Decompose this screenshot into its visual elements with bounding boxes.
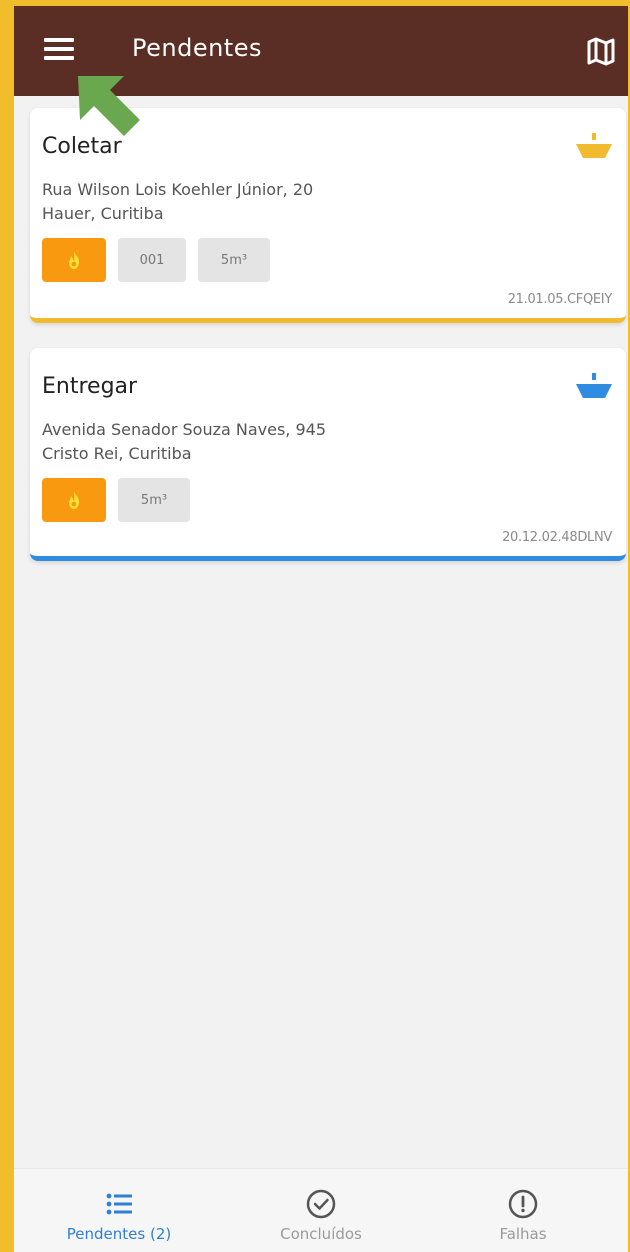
fire-icon (69, 491, 79, 509)
volume-chip: 5m³ (118, 478, 190, 522)
bucket-deliver-icon (574, 372, 614, 402)
map-icon[interactable] (584, 34, 618, 68)
tab-label: Falhas (499, 1225, 547, 1243)
bucket-collect-icon (574, 132, 614, 162)
pointer-arrow-icon (78, 76, 140, 136)
alert-circle-icon (506, 1187, 540, 1221)
hamburger-menu-icon[interactable] (42, 36, 78, 66)
priority-chip[interactable] (42, 238, 106, 282)
deliver-card[interactable]: Entregar Avenida Senador Souza Naves, 94… (30, 348, 626, 561)
check-circle-icon (304, 1187, 338, 1221)
tab-label: Pendentes (2) (66, 1225, 172, 1243)
tab-label: Concluídos (280, 1225, 362, 1243)
card-title: Entregar (42, 374, 138, 399)
tab-pendentes[interactable]: Pendentes (2) (17, 1169, 221, 1252)
app-screen: Pendentes Coletar Rua Wilson Lois Koehle… (14, 6, 628, 1252)
fire-icon (69, 251, 79, 269)
address-city: Hauer, Curitiba (42, 204, 164, 223)
priority-chip[interactable] (42, 478, 106, 522)
volume-chip: 5m³ (198, 238, 270, 282)
list-icon (102, 1187, 136, 1221)
address-line: Rua Wilson Lois Koehler Júnior, 20 (42, 180, 314, 199)
tab-concluidos[interactable]: Concluídos (219, 1169, 423, 1252)
bottom-navigation: Pendentes (2) Concluídos Falhas (14, 1168, 628, 1252)
address-city: Cristo Rei, Curitiba (42, 444, 192, 463)
page-title: Pendentes (132, 34, 262, 62)
order-code: 20.12.02.48DLNV (502, 530, 612, 545)
id-chip: 001 (118, 238, 186, 282)
address-line: Avenida Senador Souza Naves, 945 (42, 420, 327, 439)
order-code: 21.01.05.CFQEIY (507, 292, 613, 307)
tab-falhas[interactable]: Falhas (421, 1169, 625, 1252)
